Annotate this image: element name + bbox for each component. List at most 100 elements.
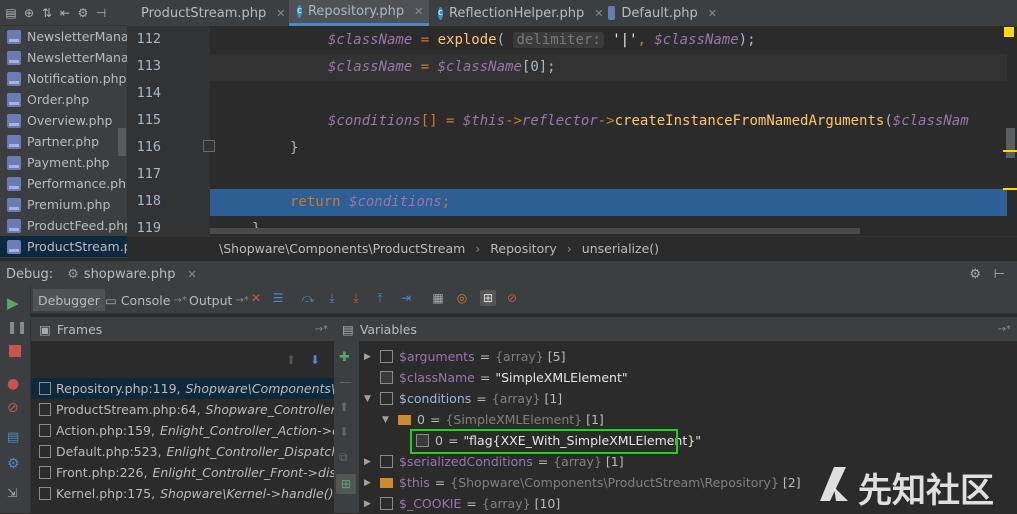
breakpoints-icon[interactable]: ● [7, 376, 23, 392]
stop-icon[interactable] [9, 345, 21, 357]
tree-item-selected[interactable]: ProductStream.pl [0, 236, 127, 257]
variable-row[interactable]: ▶ $serializedConditions = {array} [1] [364, 451, 624, 472]
move-up-icon[interactable]: ⬆ [339, 400, 349, 414]
mute-icon[interactable]: ⊘ [7, 400, 23, 416]
locate-icon[interactable]: ⊕ [22, 6, 36, 20]
tree-item[interactable]: Payment.php [0, 152, 127, 173]
code-line-115: $conditions[] = $this->reflector->create… [328, 113, 969, 129]
gear-icon[interactable]: ⚙ [76, 6, 90, 20]
tab-repository[interactable]: c Repository.php ✕ [289, 0, 429, 26]
close-icon[interactable]: ✕ [414, 5, 423, 18]
frame-item[interactable]: Default.php:523, Enlight_Controller_Dispa… [31, 441, 334, 462]
step-into-icon[interactable]: ⤓ [324, 290, 340, 306]
tab-default[interactable]: Default.php ✕ [600, 0, 725, 26]
evaluate-icon[interactable]: ▦ [430, 290, 446, 306]
tree-item[interactable]: Partner.php [0, 131, 127, 152]
line-number: 115 [136, 112, 161, 128]
tree-item[interactable]: Notification.php [0, 68, 127, 89]
expanded-arrow-icon[interactable]: ▼ [382, 415, 392, 425]
view-breakpoints-icon[interactable]: ⊞ [480, 290, 496, 306]
step-over-icon[interactable]: ⤼ [300, 290, 316, 306]
frame-item[interactable]: Repository.php:119, Shopware\Components\P… [31, 378, 334, 399]
frames-header: ▣ Frames →* [31, 317, 334, 341]
tab-console[interactable]: ▭ Console →* [100, 289, 192, 311]
resume-icon[interactable]: ▶ [7, 294, 23, 312]
line-number: 113 [136, 58, 161, 74]
pause-icon[interactable]: ❚❚ [7, 320, 27, 336]
layout-icon[interactable]: ▤ [7, 430, 23, 446]
line-number: 112 [136, 31, 161, 47]
frame-icon [39, 445, 51, 458]
expand-arrow-icon[interactable]: ▶ [364, 352, 374, 362]
tree-scrollbar[interactable] [118, 128, 126, 156]
hide-panel-icon[interactable]: ⊢ [994, 267, 1005, 282]
warning-marker-icon[interactable] [1004, 27, 1014, 37]
clear-icon[interactable]: ✕ [248, 290, 264, 306]
pin-tab-icon[interactable]: ⇲ [7, 486, 23, 502]
tree-item[interactable]: ProductFeed.php [0, 215, 127, 236]
breadcrumb-method[interactable]: unserialize() [582, 241, 659, 256]
pin-icon[interactable]: →* [998, 324, 1011, 335]
variable-row[interactable]: $className = "SimpleXMLElement" [364, 367, 628, 388]
force-step-into-icon[interactable]: ⤓ [348, 290, 364, 306]
tree-item[interactable]: Premium.php [0, 194, 127, 215]
php-file-icon [7, 218, 21, 233]
horizontal-scrollbar[interactable] [210, 228, 860, 234]
variable-row[interactable]: ▼ $conditions = {array} [1] [364, 388, 562, 409]
copy-icon[interactable]: ⧉ [339, 450, 348, 465]
variable-row[interactable]: ▶ $arguments = {array} [5] [364, 346, 565, 367]
arrow-up-icon[interactable]: ⬆ [286, 353, 296, 367]
tab-productstream[interactable]: ProductStream.php ✕ [127, 0, 287, 26]
split-icon[interactable]: ⊣ [94, 6, 108, 20]
expand-arrow-icon[interactable]: ▶ [364, 478, 374, 488]
line-number: 119 [136, 220, 161, 236]
show-watches-icon[interactable]: ⊞ [336, 474, 356, 494]
expanded-arrow-icon[interactable]: ▼ [364, 394, 374, 404]
breadcrumb-class[interactable]: Repository [490, 241, 556, 256]
tab-reflectionhelper[interactable]: c ReflectionHelper.php ✕ [430, 0, 604, 26]
tree-item[interactable]: NewsletterManager.php [0, 26, 127, 47]
mute-breakpoints-icon[interactable]: ⊘ [504, 290, 520, 306]
tree-toolbar: ▤ ⊕ ⇅ ⇤ ⚙ ⊣ [0, 0, 127, 26]
frame-item[interactable]: Front.php:226, Enlight_Controller_Front->… [31, 462, 334, 483]
variable-row[interactable]: ▼ 0 = {SimpleXMLElement} [1] [382, 409, 604, 430]
variable-row[interactable]: ▶ $_COOKIE = {array} [10] [364, 493, 560, 514]
settings-icon[interactable]: ⚙ [7, 456, 23, 472]
frame-item[interactable]: Kernel.php:175, Shopware\Kernel->handle() [31, 483, 334, 504]
move-down-icon[interactable]: ⬇ [339, 425, 349, 439]
param-hint: delimiter: [513, 32, 604, 48]
collapse-icon[interactable]: ▤ [4, 6, 18, 20]
frame-item[interactable]: Action.php:159, Enlight_Controller_Action… [31, 420, 334, 441]
sort-icon[interactable]: ⇅ [40, 6, 54, 20]
tree-item[interactable]: Performance.php [0, 173, 127, 194]
php-file-icon [7, 155, 21, 170]
gear-icon[interactable]: ⚙ [969, 267, 981, 282]
breadcrumb-namespace[interactable]: \Shopware\Components\ProductStream [219, 241, 465, 256]
frame-item[interactable]: ProductStream.php:64,Shopware_Controller… [31, 399, 334, 420]
tab-debugger[interactable]: Debugger [33, 289, 105, 311]
code-line-119: } [210, 216, 1007, 228]
hide-icon[interactable]: ⇤ [58, 6, 72, 20]
step-out-icon[interactable]: ⤒ [372, 290, 388, 306]
debug-config-name[interactable]: shopware.php [84, 267, 176, 282]
close-icon[interactable]: ✕ [276, 7, 285, 20]
close-icon[interactable]: ✕ [708, 7, 717, 20]
watch-icon[interactable]: ◎ [454, 290, 470, 306]
run-to-cursor-icon[interactable]: ⇥ [398, 290, 414, 306]
expand-arrow-icon[interactable]: ▶ [364, 457, 374, 467]
line-number: 118 [136, 193, 161, 209]
new-watch-icon[interactable]: ✚ [339, 350, 350, 365]
tree-item[interactable]: Overview.php [0, 110, 127, 131]
variable-row[interactable]: ▶ $this = {Shopware\Components\ProductStrea… [364, 472, 801, 493]
pin-icon[interactable]: →* [315, 324, 328, 335]
object-icon [380, 477, 393, 488]
expand-arrow-icon[interactable]: ▶ [364, 499, 374, 509]
remove-watch-icon[interactable]: — [339, 375, 352, 390]
show-execution-point-icon[interactable]: ☰ [270, 290, 286, 306]
tree-item[interactable]: Order.php [0, 89, 127, 110]
tab-output[interactable]: Output →* [184, 289, 254, 311]
arrow-down-icon[interactable]: ⬇ [310, 353, 320, 367]
close-icon[interactable]: ✕ [188, 268, 197, 281]
tree-item[interactable]: NewsletterManag [0, 47, 127, 68]
pin-icon: →* [235, 294, 249, 306]
